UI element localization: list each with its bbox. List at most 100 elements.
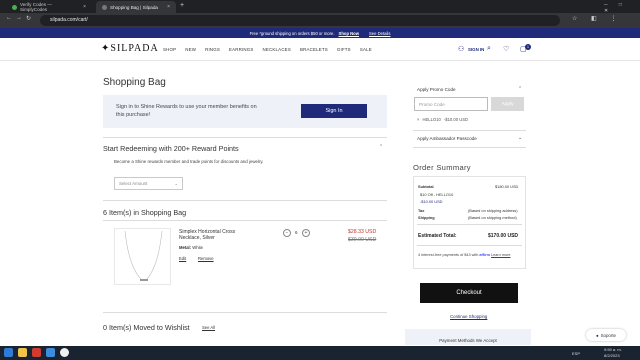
divider	[103, 312, 387, 313]
chevron-up-icon[interactable]: ⌃	[379, 144, 383, 150]
tab-shopping-bag[interactable]: Shopping Bag | Silpada ×	[96, 1, 176, 13]
estimated-total-value: $170.00 USD	[488, 233, 519, 239]
promo-banner: Free *ground shipping on orders $50 or m…	[0, 28, 640, 38]
necklace-image-icon	[124, 230, 163, 282]
edit-link[interactable]: Edit	[179, 256, 186, 261]
back-icon[interactable]: ←	[6, 15, 12, 21]
remove-link[interactable]: Remove	[198, 256, 214, 261]
divider	[417, 245, 522, 246]
nav-shop[interactable]: SHOP	[163, 47, 176, 52]
see-details-link[interactable]: See Details	[369, 31, 390, 36]
language-indicator[interactable]: ESP	[572, 351, 580, 356]
estimated-total-label: Estimated Total:	[418, 233, 457, 239]
affirm-message: 4 interest-free payments of $43 with aff…	[418, 253, 511, 257]
bag-title: 6 Item(s) in Shopping Bag	[103, 208, 187, 217]
reload-icon[interactable]: ↻	[26, 15, 31, 22]
divider	[413, 147, 526, 148]
divider	[103, 137, 387, 138]
qty-value[interactable]: 6	[295, 230, 298, 235]
search-icon[interactable]: ⌕	[487, 45, 491, 53]
nav-new[interactable]: NEW	[185, 47, 196, 52]
see-all-link[interactable]: See All	[202, 325, 215, 330]
product-metal: Metal: White	[179, 245, 203, 250]
subtotal-label: Subtotal	[418, 184, 434, 189]
shipping-value: (Based on shipping method)	[468, 215, 517, 220]
shop-now-link[interactable]: Shop Now	[339, 31, 359, 36]
tax-label: Tax	[418, 208, 425, 213]
continue-shopping-link[interactable]: Continue Shopping	[450, 314, 487, 319]
affirm-logo: affirm	[479, 253, 490, 257]
apply-promo-button[interactable]: Apply	[491, 97, 524, 111]
qty-increase-button[interactable]: +	[302, 229, 310, 237]
divider	[417, 224, 522, 225]
tab-title: Verify Codes — SimplyCodes	[19, 2, 52, 12]
ambassador-label[interactable]: Apply Ambassador Passcode	[417, 136, 477, 141]
tax-value: (Based on shipping address)	[468, 208, 518, 213]
divider	[413, 130, 526, 131]
original-price: $30.00 USD	[348, 237, 377, 243]
qty-decrease-button[interactable]: −	[283, 229, 291, 237]
chevron-up-icon[interactable]: ⌃	[518, 86, 522, 92]
wishlist-title: 0 Item(s) Moved to Wishlist	[103, 323, 190, 332]
divider	[103, 220, 387, 221]
chevron-down-icon[interactable]: ⌄	[518, 135, 522, 141]
close-tab-icon[interactable]: ×	[167, 4, 170, 10]
user-icon[interactable]: ⚇	[458, 45, 464, 53]
tab-verify-codes[interactable]: Verify Codes — SimplyCodes ×	[6, 1, 92, 13]
nav-gifts[interactable]: GIFTS	[337, 47, 351, 52]
chrome-icon[interactable]	[60, 348, 69, 357]
promo-code-input[interactable]: Promo Code	[414, 97, 488, 111]
logo-star-icon: ✦	[101, 43, 111, 54]
divider	[103, 200, 387, 201]
nav-sale[interactable]: SALE	[360, 47, 372, 52]
browser-toolbar-icons[interactable]: ☆ ◧ ⋮	[572, 15, 622, 22]
sale-price: $28.33 USD	[348, 229, 377, 235]
learn-more-link[interactable]: Learn more	[491, 253, 510, 257]
chevron-down-icon: ⌄	[174, 180, 178, 186]
select-placeholder: Select Amount	[119, 181, 148, 186]
folder-icon[interactable]	[18, 348, 27, 357]
discount-label: $10 Off - HELLO10	[420, 192, 454, 197]
order-summary-title: Order Summary	[413, 163, 471, 172]
redeem-title: Start Redeeming with 200+ Reward Points	[103, 144, 239, 153]
banner-text: Free *ground shipping on orders $50 or m…	[249, 30, 335, 36]
start-icon[interactable]	[4, 348, 13, 357]
main-nav: SHOP NEW RINGS EARRINGS NECKLACES BRACEL…	[163, 47, 372, 52]
sign-in-button[interactable]: Sign In	[301, 104, 367, 118]
close-tab-icon[interactable]: ×	[83, 4, 86, 10]
url-input[interactable]: silpada.com/cart/	[40, 15, 560, 26]
product-thumbnail[interactable]	[114, 228, 171, 285]
new-tab-icon[interactable]: +	[180, 2, 184, 9]
support-button[interactable]: ● Soporte	[586, 329, 626, 341]
subtotal-value: $180.00 USD	[495, 184, 519, 189]
chat-icon: ●	[595, 332, 599, 338]
nav-bracelets[interactable]: BRACELETS	[300, 47, 328, 52]
sign-in-link[interactable]: SIGN IN	[468, 47, 484, 52]
clock-date[interactable]: 8/2/2023	[604, 353, 620, 358]
promo-label[interactable]: Apply Promo Code	[417, 87, 456, 92]
favicon-icon	[12, 4, 17, 10]
page-title: Shopping Bag	[103, 77, 166, 88]
forward-icon[interactable]: →	[16, 15, 22, 21]
os-taskbar	[0, 346, 640, 360]
nav-earrings[interactable]: EARRINGS	[229, 47, 254, 52]
reward-amount-select[interactable]: Select Amount ⌄	[114, 177, 183, 190]
applied-promo: × HELLO10 -$10.00 USD	[417, 117, 469, 122]
checkout-button[interactable]: Checkout	[420, 283, 518, 303]
tab-title: Shopping Bag | Silpada	[110, 4, 158, 10]
favicon-icon	[102, 4, 107, 10]
discount-value: -$10.00 USD	[420, 199, 443, 204]
shipping-label: Shipping	[418, 215, 435, 220]
remove-promo-icon[interactable]: ×	[417, 117, 419, 122]
nav-necklaces[interactable]: NECKLACES	[263, 47, 291, 52]
clock-time[interactable]: 9:59 a. m.	[604, 347, 622, 352]
product-name[interactable]: Simplex Horizontal Cross Necklace, Silve…	[179, 229, 249, 241]
wishlist-heart-icon[interactable]: ♡	[503, 45, 509, 53]
payment-methods-label: Payment Methods We Accept	[405, 329, 531, 345]
cart-count-badge: 1	[525, 44, 531, 50]
nav-rings[interactable]: RINGS	[205, 47, 220, 52]
rewards-text: Sign in to Shine Rewards to use your mem…	[116, 104, 257, 118]
silpada-logo[interactable]: ✦SILPADA	[101, 43, 159, 54]
edge-icon[interactable]	[46, 348, 55, 357]
app-icon[interactable]	[32, 348, 41, 357]
